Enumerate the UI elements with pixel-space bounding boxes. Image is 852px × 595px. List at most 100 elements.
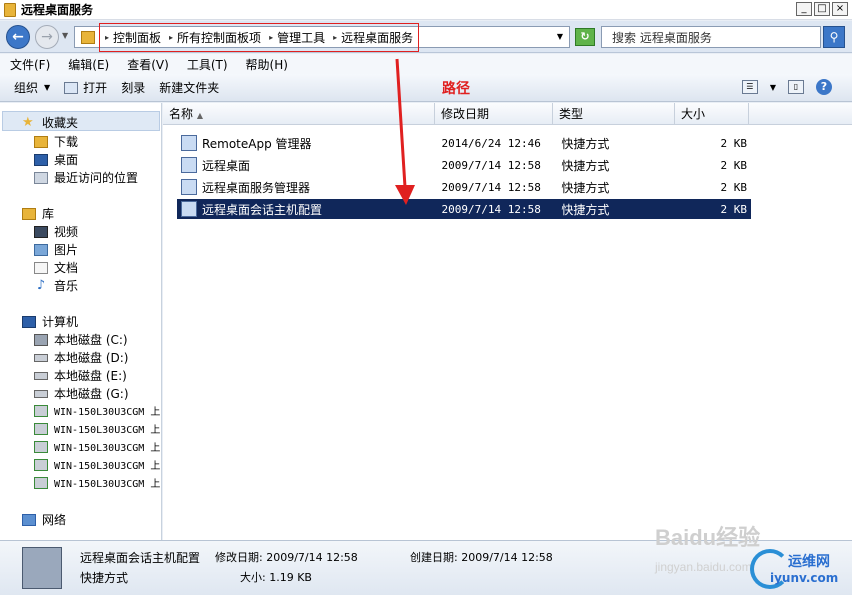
sidebar-item-drive-c[interactable]: 本地磁盘 (C:) [34, 331, 128, 348]
remote-desktop-config-icon [22, 547, 62, 589]
search-input[interactable]: 搜索 远程桌面服务 [601, 26, 821, 48]
network-icon [22, 513, 36, 526]
sidebar-label: 图片 [54, 243, 79, 257]
shortcut-icon [181, 201, 197, 217]
maximize-button[interactable]: □ [814, 2, 830, 16]
drive-icon [34, 371, 48, 380]
network-drive-icon [34, 440, 48, 453]
file-date: 2014/6/24 12:46 [441, 136, 541, 150]
address-dropdown-icon[interactable]: ▼ [557, 32, 563, 41]
sidebar-label: WIN-150L30U3CGM 上 [54, 461, 161, 472]
network-drive-icon [34, 458, 48, 471]
sidebar-item-drive-e[interactable]: 本地磁盘 (E:) [34, 367, 127, 384]
menu-file[interactable]: 文件(F) [10, 56, 50, 73]
file-date: 2009/7/14 12:58 [441, 158, 541, 172]
column-label: 名称 [169, 107, 194, 121]
list-item[interactable]: 远程桌面服务管理器 2009/7/14 12:58 快捷方式 2 KB [177, 177, 751, 197]
site-url: iyunv.com [770, 571, 839, 585]
sidebar-item-network-drive[interactable]: WIN-150L30U3CGM 上 [34, 439, 160, 454]
star-icon: ★ [22, 114, 34, 130]
list-item[interactable]: RemoteApp 管理器 2014/6/24 12:46 快捷方式 2 KB [177, 133, 751, 153]
folder-icon [81, 30, 95, 44]
sidebar-item-network-drive[interactable]: WIN-150L30U3CGM 上 [34, 403, 160, 418]
sidebar-item-videos[interactable]: 视频 [34, 223, 78, 240]
sidebar-item-desktop[interactable]: 桌面 [34, 151, 78, 168]
menu-view[interactable]: 查看(V) [127, 56, 169, 73]
menu-help[interactable]: 帮助(H) [246, 56, 288, 73]
help-icon[interactable]: ? [816, 79, 832, 95]
back-button[interactable]: ← [6, 25, 30, 49]
sidebar-item-downloads[interactable]: 下载 [34, 133, 78, 150]
new-folder-button[interactable]: 新建文件夹 [159, 79, 219, 96]
sidebar-label: 本地磁盘 (C:) [54, 333, 128, 347]
sidebar-label: 文档 [54, 261, 79, 275]
sidebar-item-network-drive[interactable]: WIN-150L30U3CGM 上 [34, 475, 160, 490]
explorer-window: 远程桌面服务 _ □ × ← → ▼ ▸ 控制面板 ▸ 所有控制面板项 ▸ 管理… [0, 0, 852, 595]
forward-button[interactable]: → [35, 25, 59, 49]
view-dropdown-icon[interactable]: ▼ [770, 83, 776, 92]
sidebar-label: 网络 [42, 513, 67, 527]
baidu-watermark: Baidu经验 [655, 525, 761, 550]
recent-pages-dropdown-icon[interactable]: ▼ [62, 31, 68, 40]
sidebar-label: 最近访问的位置 [54, 171, 139, 185]
menu-bar: 文件(F) 编辑(E) 查看(V) 工具(T) 帮助(H) [0, 54, 852, 74]
sidebar-item-network-drive[interactable]: WIN-150L30U3CGM 上 [34, 421, 160, 436]
shortcut-icon [181, 135, 197, 151]
burn-button[interactable]: 刻录 [121, 79, 145, 96]
network-drive-icon [34, 476, 48, 489]
file-type: 快捷方式 [561, 180, 610, 195]
sidebar-label: 本地磁盘 (G:) [54, 387, 129, 401]
window-controls: _ □ × [796, 2, 848, 16]
column-header-type[interactable]: 类型 [553, 103, 675, 125]
search-icon[interactable]: ⚲ [823, 26, 845, 48]
organize-button[interactable]: 组织 ▼ [14, 79, 50, 96]
shortcut-icon [181, 157, 197, 173]
menu-tools[interactable]: 工具(T) [187, 56, 228, 73]
menu-edit[interactable]: 编辑(E) [68, 56, 109, 73]
close-button[interactable]: × [832, 2, 848, 16]
preview-pane-icon[interactable]: ▯ [788, 80, 804, 94]
sidebar-label: WIN-150L30U3CGM 上 [54, 479, 161, 490]
burn-label: 刻录 [121, 81, 146, 95]
open-button[interactable]: 打开 [64, 79, 107, 96]
file-size: 2 KB [720, 180, 747, 194]
view-options-icon[interactable]: ☰ [741, 80, 758, 94]
sidebar-item-pictures[interactable]: 图片 [34, 241, 78, 258]
sidebar-item-network-drive[interactable]: WIN-150L30U3CGM 上 [34, 457, 160, 472]
sidebar-item-documents[interactable]: 文档 [34, 259, 78, 276]
details-file-name: 远程桌面会话主机配置 [80, 551, 201, 565]
sidebar-item-favorites[interactable]: ★ 收藏夹 [22, 114, 78, 131]
sidebar-label: 视频 [54, 225, 79, 239]
minimize-button[interactable]: _ [796, 2, 812, 16]
sidebar-label: 库 [42, 207, 55, 221]
sidebar-label: WIN-150L30U3CGM 上 [54, 425, 161, 436]
computer-icon [22, 315, 36, 328]
sidebar-item-drive-d[interactable]: 本地磁盘 (D:) [34, 349, 128, 366]
sidebar-item-music[interactable]: ♪ 音乐 [34, 277, 78, 294]
sidebar-item-computer[interactable]: 计算机 [22, 313, 78, 330]
column-header-date[interactable]: 修改日期 [435, 103, 553, 125]
baidu-watermark-url: jingyan.baidu.com [655, 560, 752, 574]
picture-icon [34, 243, 48, 256]
column-header-size[interactable]: 大小 [675, 103, 749, 125]
list-item[interactable]: 远程桌面 2009/7/14 12:58 快捷方式 2 KB [177, 155, 751, 175]
list-item-selected[interactable]: 远程桌面会话主机配置 2009/7/14 12:58 快捷方式 2 KB [177, 199, 751, 219]
details-created: 创建日期: 2009/7/14 12:58 [410, 551, 553, 564]
file-size: 2 KB [720, 158, 747, 172]
sidebar-item-recent-places[interactable]: 最近访问的位置 [34, 169, 138, 186]
sidebar-item-network[interactable]: 网络 [22, 511, 66, 528]
sidebar-label: 桌面 [54, 153, 79, 167]
open-icon [64, 81, 79, 94]
file-date: 2009/7/14 12:58 [441, 180, 541, 194]
sidebar-label: 音乐 [54, 279, 79, 293]
sidebar-label: 本地磁盘 (D:) [54, 351, 129, 365]
sidebar-item-libraries[interactable]: 库 [22, 205, 54, 222]
site-name: 运维网 [788, 554, 830, 570]
sidebar-item-drive-g[interactable]: 本地磁盘 (G:) [34, 385, 129, 402]
navigation-pane: ★ 收藏夹 下载 桌面 最近访问的位置 库 视频 图片 文档 ♪ 音乐 计算机 … [0, 103, 162, 540]
view-controls: ☰ ▼ ▯ ? [741, 79, 832, 95]
drive-icon [34, 353, 48, 362]
shortcut-icon [181, 179, 197, 195]
file-type: 快捷方式 [561, 158, 610, 173]
refresh-button[interactable]: ↻ [575, 28, 595, 46]
